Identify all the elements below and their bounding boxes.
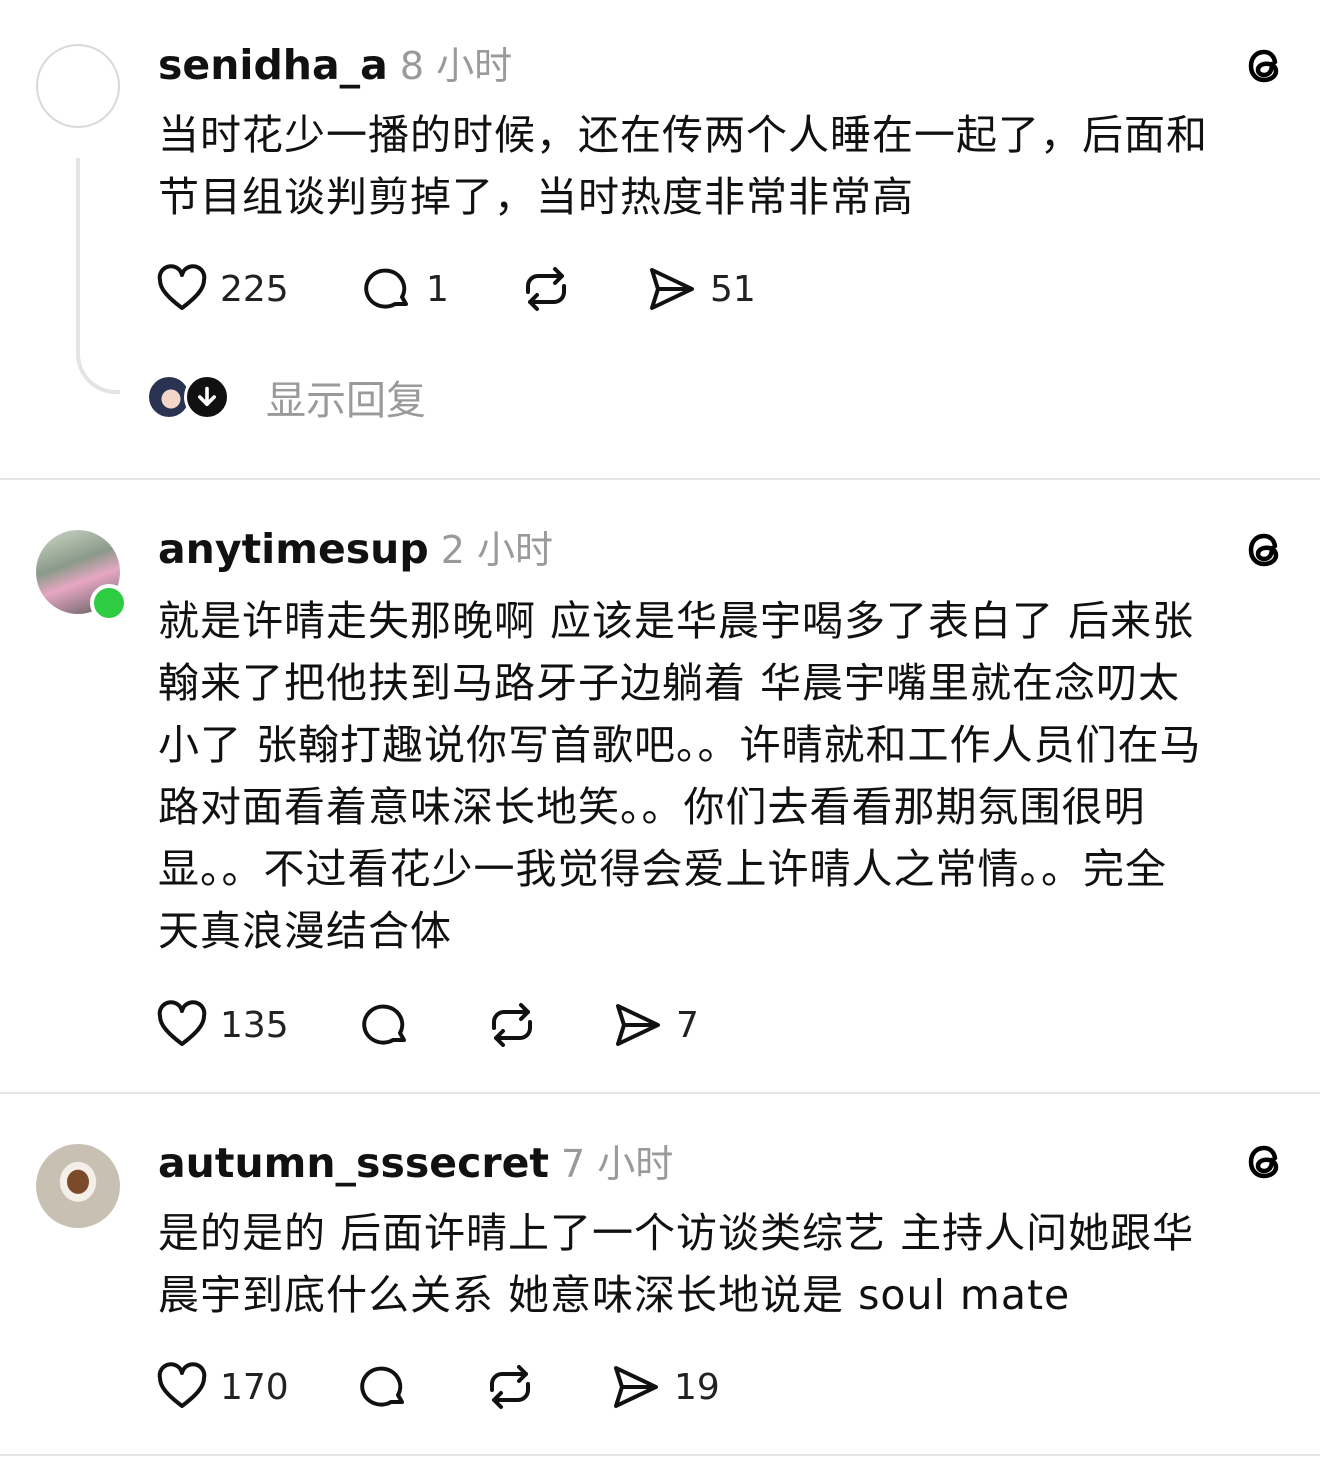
action-bar: 225 1 51 bbox=[156, 264, 776, 314]
share-icon bbox=[616, 1004, 660, 1046]
threads-logo-icon[interactable] bbox=[1240, 42, 1288, 90]
divider bbox=[0, 1454, 1320, 1456]
post-body: 就是许晴走失那晚啊 应该是华晨宇喝多了表白了 后来张 翰来了把他扶到马路牙子边躺… bbox=[158, 590, 1288, 962]
share-button[interactable]: 7 bbox=[612, 1000, 699, 1050]
like-count: 135 bbox=[220, 1004, 289, 1046]
username[interactable]: senidha_a bbox=[158, 41, 388, 89]
repost-icon bbox=[526, 267, 566, 311]
action-bar: 135 7 bbox=[156, 1000, 756, 1050]
comment-icon bbox=[364, 268, 408, 309]
thread-connector-line bbox=[76, 158, 120, 394]
comment-button[interactable] bbox=[360, 1000, 412, 1050]
threads-logo-icon[interactable] bbox=[1240, 1138, 1288, 1186]
like-button[interactable]: 225 bbox=[156, 264, 289, 314]
comment-count: 1 bbox=[426, 268, 449, 310]
post-senidha: senidha_a 8 小时 当时花少一播的时候，还在传两个人睡在一起了，后面和 … bbox=[0, 0, 1320, 478]
like-button[interactable]: 170 bbox=[156, 1362, 289, 1412]
avatar[interactable] bbox=[36, 44, 120, 128]
post-text-line: 晨宇到底什么关系 她意味深长地说是 soul mate bbox=[158, 1271, 1071, 1319]
show-replies-row[interactable]: 显示回复 bbox=[146, 372, 426, 424]
share-button[interactable]: 51 bbox=[646, 264, 756, 314]
post-text-line: 就是许晴走失那晚啊 应该是华晨宇喝多了表白了 后来张 bbox=[158, 597, 1195, 645]
post-header: autumn_sssecret 7 小时 bbox=[158, 1138, 673, 1189]
repost-button[interactable] bbox=[486, 1000, 538, 1050]
post-text-line: 小了 张翰打趣说你写首歌吧。。许晴就和工作人员们在马 bbox=[158, 721, 1202, 769]
repost-button[interactable] bbox=[520, 264, 572, 314]
show-replies-link[interactable]: 显示回复 bbox=[266, 368, 426, 426]
reply-more-badge bbox=[184, 374, 230, 420]
post-text-line: 路对面看着意味深长地笑。。你们去看看那期氛围很明 bbox=[158, 783, 1146, 831]
post-text-line: 是的是的 后面许晴上了一个访谈类综艺 主持人问她跟华 bbox=[158, 1209, 1195, 1257]
heart-icon bbox=[157, 1000, 207, 1046]
post-body: 当时花少一播的时候，还在传两个人睡在一起了，后面和 节目组谈判剪掉了，当时热度非… bbox=[158, 104, 1288, 228]
action-bar: 170 19 bbox=[156, 1362, 756, 1412]
post-text-line: 节目组谈判剪掉了，当时热度非常非常高 bbox=[158, 173, 914, 221]
comment-icon bbox=[362, 1004, 406, 1045]
repost-icon bbox=[492, 1003, 532, 1047]
like-button[interactable]: 135 bbox=[156, 1000, 289, 1050]
timestamp: 7 小时 bbox=[561, 1142, 674, 1186]
avatar[interactable] bbox=[36, 1144, 120, 1228]
heart-icon bbox=[157, 264, 207, 310]
repost-icon bbox=[490, 1365, 530, 1409]
comment-button[interactable]: 1 bbox=[362, 264, 449, 314]
online-status-dot bbox=[90, 584, 128, 622]
post-anytimesup: anytimesup 2 小时 就是许晴走失那晚啊 应该是华晨宇喝多了表白了 后来… bbox=[0, 480, 1320, 1092]
post-body: 是的是的 后面许晴上了一个访谈类综艺 主持人问她跟华 晨宇到底什么关系 她意味深… bbox=[158, 1202, 1288, 1326]
post-header: senidha_a 8 小时 bbox=[158, 40, 512, 91]
share-icon bbox=[614, 1366, 658, 1408]
share-count: 7 bbox=[676, 1004, 699, 1046]
username[interactable]: autumn_sssecret bbox=[158, 1139, 549, 1187]
timestamp: 2 小时 bbox=[440, 528, 553, 572]
post-text-line: 天真浪漫结合体 bbox=[158, 907, 452, 955]
repost-button[interactable] bbox=[484, 1362, 536, 1412]
post-header: anytimesup 2 小时 bbox=[158, 524, 553, 575]
share-count: 51 bbox=[710, 268, 756, 310]
post-text-line: 显。。不过看花少一我觉得会爱上许晴人之常情。。完全 bbox=[158, 845, 1167, 893]
username[interactable]: anytimesup bbox=[158, 525, 429, 573]
like-count: 170 bbox=[220, 1366, 289, 1408]
share-icon bbox=[650, 268, 694, 310]
threads-logo-icon[interactable] bbox=[1240, 526, 1288, 574]
like-count: 225 bbox=[220, 268, 289, 310]
post-text-line: 当时花少一播的时候，还在传两个人睡在一起了，后面和 bbox=[158, 111, 1208, 159]
post-autumn: autumn_sssecret 7 小时 是的是的 后面许晴上了一个访谈类综艺 主… bbox=[0, 1094, 1320, 1454]
arrow-down-icon bbox=[198, 386, 216, 406]
comment-icon bbox=[360, 1366, 404, 1407]
share-button[interactable]: 19 bbox=[610, 1362, 720, 1412]
comment-button[interactable] bbox=[358, 1362, 410, 1412]
timestamp: 8 小时 bbox=[399, 44, 513, 88]
heart-icon bbox=[157, 1362, 207, 1408]
post-text-line: 翰来了把他扶到马路牙子边躺着 华晨宇嘴里就在念叨太 bbox=[158, 659, 1181, 707]
share-count: 19 bbox=[674, 1366, 720, 1408]
